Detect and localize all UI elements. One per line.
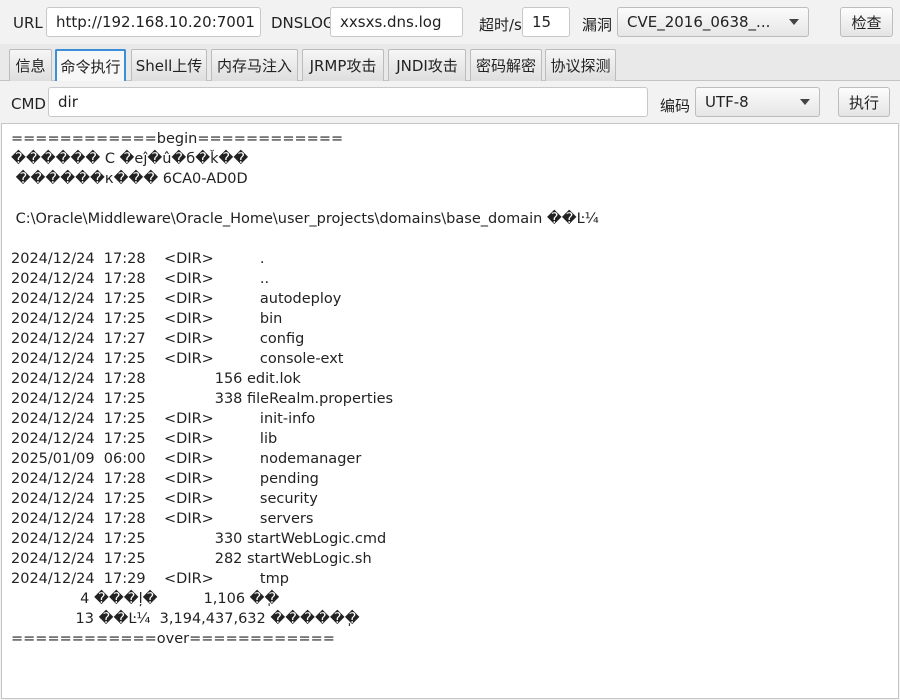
output-line: 2024/12/24 17:28 <DIR> . bbox=[11, 251, 265, 267]
command-output-area[interactable]: ============begin============ ������ C �е… bbox=[1, 123, 899, 699]
output-line: 2024/12/24 17:28 156 edit.lok bbox=[11, 371, 301, 387]
feature-tabs: 信息 命令执行 Shell上传 内存马注入 JRMP攻击 JNDI攻击 密码解密… bbox=[0, 44, 900, 81]
output-line: 2024/12/24 17:25 330 startWebLogic.cmd bbox=[11, 531, 387, 547]
timeout-input[interactable]: 15 bbox=[522, 7, 570, 37]
output-line: ������ C �еĵ�û�б�ǩ�� bbox=[11, 151, 249, 167]
output-line: 2025/01/09 06:00 <DIR> nodemanager bbox=[11, 451, 362, 467]
output-line: 2024/12/24 17:28 <DIR> servers bbox=[11, 511, 314, 527]
tab-jrmp-attack[interactable]: JRMP攻击 bbox=[302, 49, 384, 81]
dnslog-input[interactable]: xxsxs.dns.log bbox=[330, 7, 463, 37]
output-line: ������к��� 6CA0-AD0D bbox=[11, 171, 248, 187]
output-line: C:\Oracle\Middleware\Oracle_Home\user_pr… bbox=[11, 211, 599, 227]
output-line: 4 ���ļ� 1,106 �ֽ� bbox=[11, 591, 280, 607]
output-line: 2024/12/24 17:25 <DIR> lib bbox=[11, 431, 278, 447]
chevron-down-icon bbox=[800, 99, 810, 105]
cmd-label: CMD bbox=[11, 95, 46, 113]
tab-protocol-probe[interactable]: 协议探测 bbox=[545, 49, 616, 81]
command-output-text: ============begin============ ������ C �е… bbox=[11, 129, 889, 649]
timeout-label: 超时/s bbox=[479, 16, 522, 34]
dnslog-label: DNSLOG bbox=[271, 14, 335, 32]
output-line: 2024/12/24 17:28 <DIR> .. bbox=[11, 271, 270, 287]
connection-toolbar: URL http://192.168.10.20:7001 DNSLOG xxs… bbox=[0, 0, 900, 44]
tab-password-decrypt[interactable]: 密码解密 bbox=[470, 49, 542, 81]
output-line: 13 ��Ŀ¼ 3,194,437,632 �����ֽ� bbox=[11, 611, 360, 627]
output-line: 2024/12/24 17:25 282 startWebLogic.sh bbox=[11, 551, 372, 567]
tab-shell-upload[interactable]: Shell上传 bbox=[131, 49, 207, 81]
output-line: 2024/12/24 17:25 <DIR> console-ext bbox=[11, 351, 344, 367]
url-input[interactable]: http://192.168.10.20:7001 bbox=[46, 7, 261, 37]
encoding-select-value: UTF-8 bbox=[705, 93, 749, 111]
vuln-select[interactable]: CVE_2016_0638_... bbox=[617, 7, 809, 37]
cmd-input[interactable]: dir bbox=[48, 87, 648, 117]
command-toolbar: CMD dir 编码 UTF-8 执行 bbox=[0, 82, 900, 122]
output-line: ============begin============ bbox=[11, 131, 344, 147]
tab-command-exec[interactable]: 命令执行 bbox=[55, 49, 126, 81]
output-line: 2024/12/24 17:27 <DIR> config bbox=[11, 331, 305, 347]
output-line: 2024/12/24 17:25 <DIR> init-info bbox=[11, 411, 316, 427]
url-label: URL bbox=[13, 14, 43, 32]
chevron-down-icon bbox=[789, 19, 799, 25]
output-line: ============over============ bbox=[11, 631, 335, 647]
output-line: 2024/12/24 17:25 <DIR> bin bbox=[11, 311, 283, 327]
encoding-select[interactable]: UTF-8 bbox=[695, 87, 820, 117]
output-line: 2024/12/24 17:28 <DIR> pending bbox=[11, 471, 319, 487]
output-line: 2024/12/24 17:25 <DIR> security bbox=[11, 491, 318, 507]
run-button[interactable]: 执行 bbox=[838, 87, 890, 117]
output-line: 2024/12/24 17:29 <DIR> tmp bbox=[11, 571, 289, 587]
tab-jndi-attack[interactable]: JNDI攻击 bbox=[388, 49, 466, 81]
tab-memshell-inject[interactable]: 内存马注入 bbox=[211, 49, 298, 81]
output-line: 2024/12/24 17:25 <DIR> autodeploy bbox=[11, 291, 342, 307]
vuln-label: 漏洞 bbox=[582, 16, 613, 34]
encoding-label: 编码 bbox=[660, 97, 691, 115]
check-button[interactable]: 检查 bbox=[840, 7, 893, 37]
vuln-select-value: CVE_2016_0638_... bbox=[627, 13, 771, 31]
tab-info[interactable]: 信息 bbox=[9, 49, 52, 81]
output-line: 2024/12/24 17:25 338 fileRealm.propertie… bbox=[11, 391, 394, 407]
